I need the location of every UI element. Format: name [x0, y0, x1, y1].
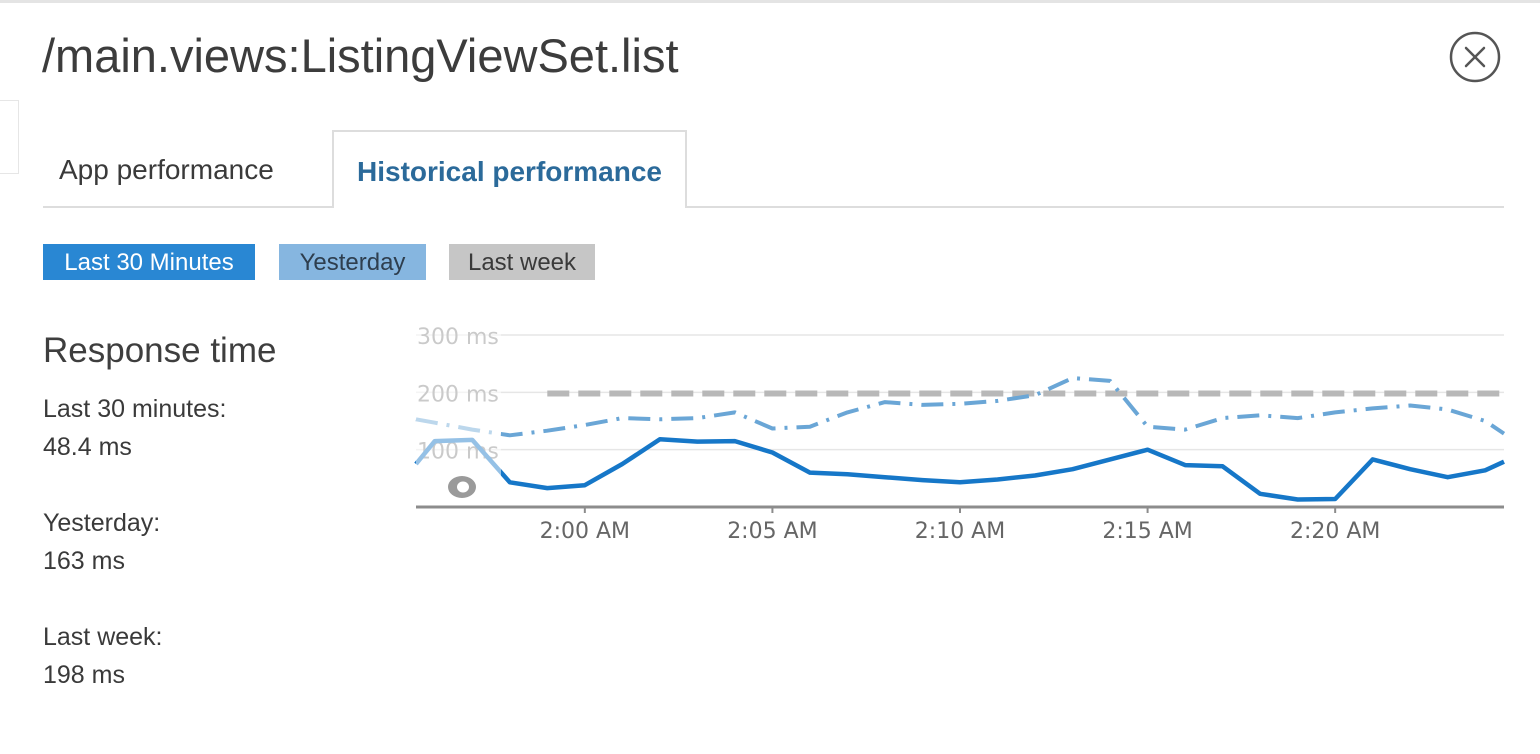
x-tick-label: 2:10 AM [915, 519, 1005, 544]
tab-historical-performance[interactable]: Historical performance [332, 130, 687, 208]
x-tick-label: 2:05 AM [727, 519, 817, 544]
panel-side-handle [0, 100, 19, 174]
lastweek-value: 198 ms [43, 661, 125, 689]
ring-marker-center [457, 481, 469, 493]
yesterday-value: 163 ms [43, 547, 125, 575]
series-line-yesterday [415, 376, 1506, 438]
lastweek-label: Last week: [43, 623, 163, 651]
close-button[interactable] [1449, 31, 1501, 83]
historical-performance-panel: /main.views:ListingViewSet.list App perf… [0, 0, 1540, 754]
last30-label: Last 30 minutes: [43, 395, 227, 423]
period-last-30-minutes-button[interactable]: Last 30 Minutes [43, 244, 255, 280]
page-title: /main.views:ListingViewSet.list [42, 29, 679, 82]
last30-value: 48.4 ms [43, 433, 132, 461]
close-circle-icon [1449, 31, 1501, 83]
x-tick-label: 2:15 AM [1102, 519, 1192, 544]
response-time-chart: 100 ms200 ms300 ms2:00 AM2:05 AM2:10 AM2… [414, 325, 1506, 544]
panel-top-border [0, 0, 1540, 3]
period-yesterday-button[interactable]: Yesterday [279, 244, 426, 280]
tab-app-performance[interactable]: App performance [43, 130, 333, 206]
x-tick-label: 2:00 AM [540, 519, 630, 544]
tabs-divider [43, 206, 1504, 208]
x-tick-label: 2:20 AM [1290, 519, 1380, 544]
response-time-heading: Response time [43, 331, 277, 370]
period-last-week-button[interactable]: Last week [449, 244, 595, 280]
series-line-last30 [414, 437, 1505, 502]
yesterday-label: Yesterday: [43, 509, 161, 537]
